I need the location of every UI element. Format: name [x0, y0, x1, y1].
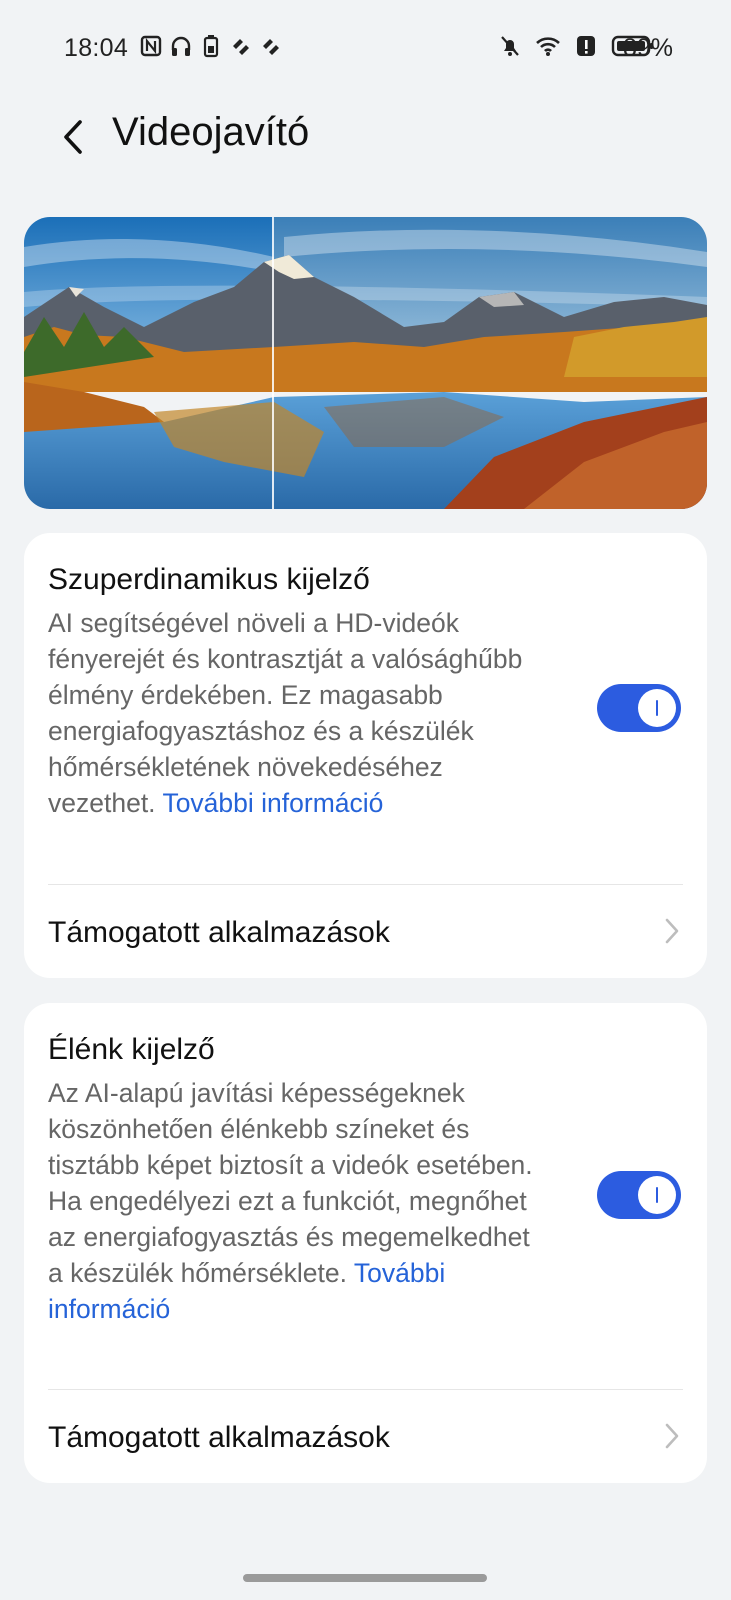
- super-dynamic-display-card: Szuperdinamikus kijelző AI segítségével …: [24, 533, 707, 978]
- divider: [48, 1389, 683, 1390]
- bell-off-icon: [501, 36, 519, 56]
- alert-icon: [577, 36, 595, 56]
- back-button[interactable]: [52, 112, 96, 162]
- super-dynamic-toggle[interactable]: [597, 684, 681, 732]
- vivid-display-card: Élénk kijelző Az AI-alapú javítási képes…: [24, 1003, 707, 1483]
- section-description: Az AI-alapú javítási képességeknek köszö…: [48, 1078, 533, 1324]
- more-info-link[interactable]: További információ: [162, 788, 383, 818]
- supported-apps-label: Támogatott alkalmazások: [48, 1421, 390, 1454]
- chevron-left-icon: [64, 120, 82, 154]
- header: Videojavító: [0, 100, 731, 180]
- divider: [48, 884, 683, 885]
- hero-image: [24, 217, 707, 509]
- chevron-right-icon: [665, 918, 679, 944]
- section-title: Élénk kijelző: [48, 1033, 215, 1066]
- vivid-display-toggle[interactable]: [597, 1171, 681, 1219]
- status-time: 18:04: [64, 34, 129, 62]
- section-description: AI segítségével növeli a HD-videók fénye…: [48, 608, 523, 818]
- toggle-knob: [638, 689, 676, 727]
- supported-apps-label: Támogatott alkalmazások: [48, 916, 390, 949]
- toggle-knob: [638, 1176, 676, 1214]
- wifi-icon: [536, 37, 560, 56]
- page-title: Videojavító: [112, 110, 310, 154]
- nfc-icon: [140, 35, 162, 57]
- chevron-right-icon: [665, 1423, 679, 1449]
- diamond-icon: [263, 39, 279, 55]
- home-indicator[interactable]: [243, 1574, 487, 1582]
- status-left-icons: [140, 34, 282, 58]
- headphones-icon: [171, 36, 191, 56]
- diamond-icon: [233, 39, 249, 55]
- section-title: Szuperdinamikus kijelző: [48, 563, 370, 596]
- battery-saver-icon: [203, 35, 219, 58]
- status-bar: 18:04 89%: [0, 0, 731, 96]
- battery-percent: 89%: [622, 34, 673, 62]
